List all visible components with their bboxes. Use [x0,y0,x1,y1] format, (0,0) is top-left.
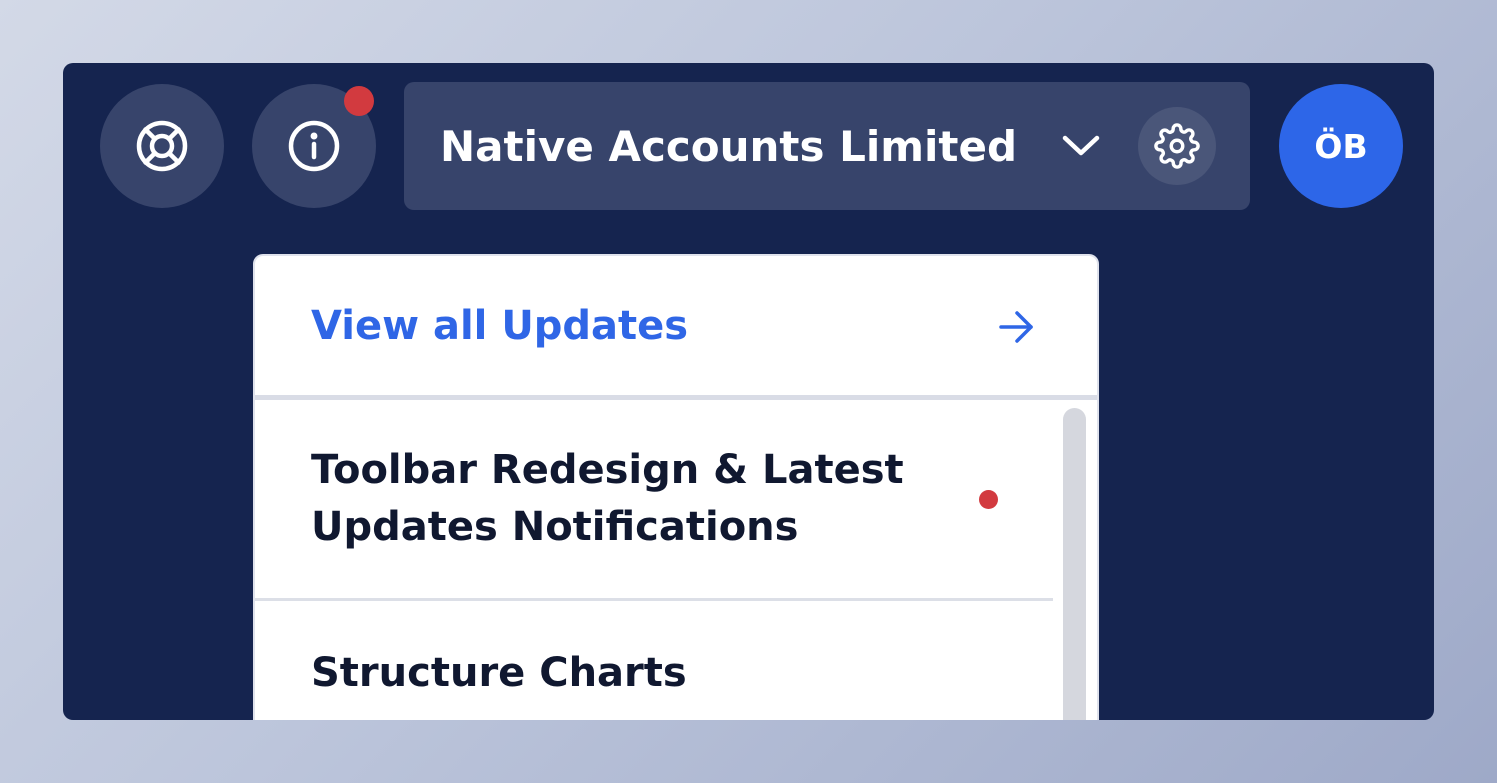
account-name: Native Accounts Limited [440,121,1018,171]
chevron-down-icon[interactable] [1062,127,1100,165]
notification-dot [344,86,374,116]
help-button[interactable] [100,84,224,208]
arrow-right-icon [999,311,1033,343]
update-title: Toolbar Redesign & Latest Updates Notifi… [311,447,904,550]
updates-list: Toolbar Redesign & Latest Updates Notifi… [255,400,1053,720]
avatar-initials: ÖB [1314,126,1368,166]
lifebuoy-icon [136,120,188,172]
updates-dropdown: View all Updates Toolbar Redesign & Late… [253,254,1099,720]
scrollbar-thumb[interactable] [1063,408,1086,720]
app-window: Native Accounts Limited ÖB View all Upda… [63,63,1434,720]
account-settings-button[interactable] [1138,107,1216,185]
account-switcher[interactable]: Native Accounts Limited [404,82,1250,210]
gear-icon [1154,123,1200,169]
user-avatar[interactable]: ÖB [1279,84,1403,208]
update-title: Structure Charts [311,650,687,696]
view-all-updates-link[interactable]: View all Updates [255,256,1097,400]
unread-indicator [979,490,998,509]
list-item[interactable]: Toolbar Redesign & Latest Updates Notifi… [255,400,1053,601]
list-item[interactable]: Structure Charts [255,601,1053,720]
view-all-updates-label: View all Updates [311,302,689,349]
scrollbar[interactable] [1053,400,1097,720]
info-icon [288,120,340,172]
